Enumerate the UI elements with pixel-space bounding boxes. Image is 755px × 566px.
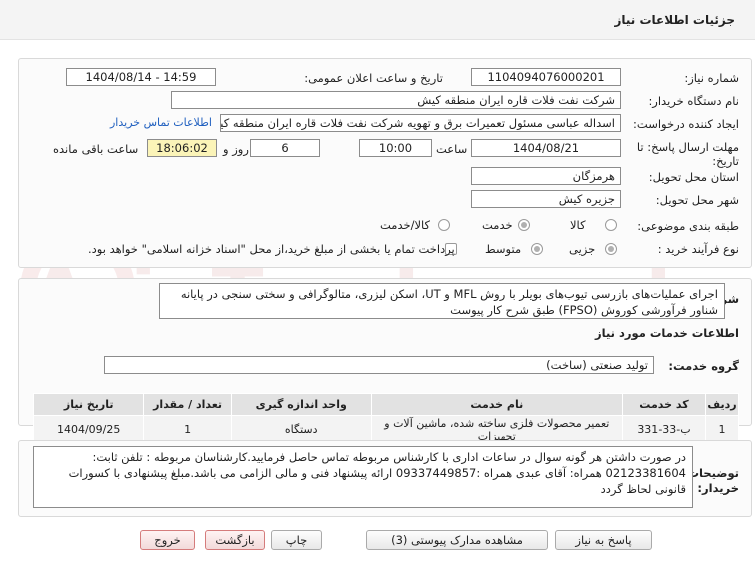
notes-label-2: خریدار: xyxy=(697,481,739,495)
table-header: تعداد / مقدار xyxy=(143,393,232,416)
buyer-label: نام دستگاه خریدار: xyxy=(648,94,739,108)
category-label: طبقه بندی موضوعی: xyxy=(637,219,739,233)
contact-info-link[interactable]: اطلاعات تماس خریدار xyxy=(110,116,212,129)
announce-label: تاریخ و ساعت اعلان عمومی: xyxy=(304,71,443,85)
info-panel xyxy=(18,58,752,268)
payment-note: پرداخت تمام یا بخشی از مبلغ خرید،از محل … xyxy=(88,242,455,256)
creator-field: اسداله عباسی مسئول تعمیرات برق و تهویه ش… xyxy=(220,114,621,132)
days-field: 6 xyxy=(250,139,320,157)
buyer-field: شرکت نفت فلات قاره ایران منطقه کیش xyxy=(171,91,621,109)
exit-button[interactable]: خروج xyxy=(140,530,195,550)
remaining-time-field: 18:06:02 xyxy=(147,139,217,157)
category-option-goods-service: کالا/خدمت xyxy=(380,218,431,232)
province-label: استان محل تحویل: xyxy=(648,170,739,184)
city-label: شهر محل تحویل: xyxy=(655,193,739,207)
notes-label-1: توضیحات xyxy=(687,466,740,480)
category-radio-goods-service[interactable] xyxy=(438,219,450,231)
need-number-field: 1104094076000201 xyxy=(471,68,621,86)
process-option-medium: متوسط xyxy=(485,242,522,256)
need-number-label: شماره نیاز: xyxy=(684,71,739,85)
deadline-label-2: تاریخ: xyxy=(712,154,739,168)
table-header-row: ردیف کد خدمت نام خدمت واحد اندازه گیری ت… xyxy=(32,393,740,416)
services-table: ردیف کد خدمت نام خدمت واحد اندازه گیری ت… xyxy=(32,393,740,444)
process-option-minor: جزیی xyxy=(569,242,596,256)
table-header: ردیف xyxy=(704,393,740,416)
province-field: هرمزگان xyxy=(471,167,621,185)
table-header: تاریخ نیاز xyxy=(32,393,145,416)
title-bar: جزئیات اطلاعات نیاز xyxy=(0,0,755,40)
back-button[interactable]: بازگشت xyxy=(205,530,265,550)
days-label: روز و xyxy=(223,142,249,156)
reply-button[interactable]: پاسخ به نیاز xyxy=(555,530,652,550)
attachments-button[interactable]: مشاهده مدارک پیوستی (3) xyxy=(366,530,548,550)
table-header: واحد اندازه گیری xyxy=(230,393,372,416)
category-option-service: خدمت xyxy=(482,218,513,232)
notes-field: در صورت داشتن هر گونه سوال در ساعات ادار… xyxy=(33,446,693,508)
remaining-label: ساعت باقی مانده xyxy=(53,142,139,156)
city-field: جزیره کیش xyxy=(471,190,621,208)
service-group-field: تولید صنعتی (ساخت) xyxy=(104,356,654,374)
category-radio-service[interactable] xyxy=(518,219,530,231)
deadline-date-field: 1404/08/21 xyxy=(471,139,621,157)
deadline-time-field: 10:00 xyxy=(359,139,432,157)
category-radio-goods[interactable] xyxy=(605,219,617,231)
services-info-title: اطلاعات خدمات مورد نیاز xyxy=(595,326,739,340)
description-field: اجرای عملیات‌های بازرسی تیوب‌های بویلر ب… xyxy=(159,283,725,319)
service-group-label: گروه خدمت: xyxy=(668,359,739,373)
process-radio-minor[interactable] xyxy=(605,243,617,255)
creator-label: ایجاد کننده درخواست: xyxy=(633,117,739,131)
table-header: نام خدمت xyxy=(370,393,623,416)
process-label: نوع فرآیند خرید : xyxy=(657,242,739,256)
time-label: ساعت xyxy=(436,142,468,156)
announce-field: 1404/08/14 - 14:59 xyxy=(66,68,216,86)
process-radio-medium[interactable] xyxy=(531,243,543,255)
category-option-goods: کالا xyxy=(570,218,586,232)
table-header: کد خدمت xyxy=(621,393,706,416)
deadline-label-1: مهلت ارسال پاسخ: تا xyxy=(636,140,739,154)
print-button[interactable]: چاپ xyxy=(271,530,322,550)
page-title: جزئیات اطلاعات نیاز xyxy=(614,13,735,27)
